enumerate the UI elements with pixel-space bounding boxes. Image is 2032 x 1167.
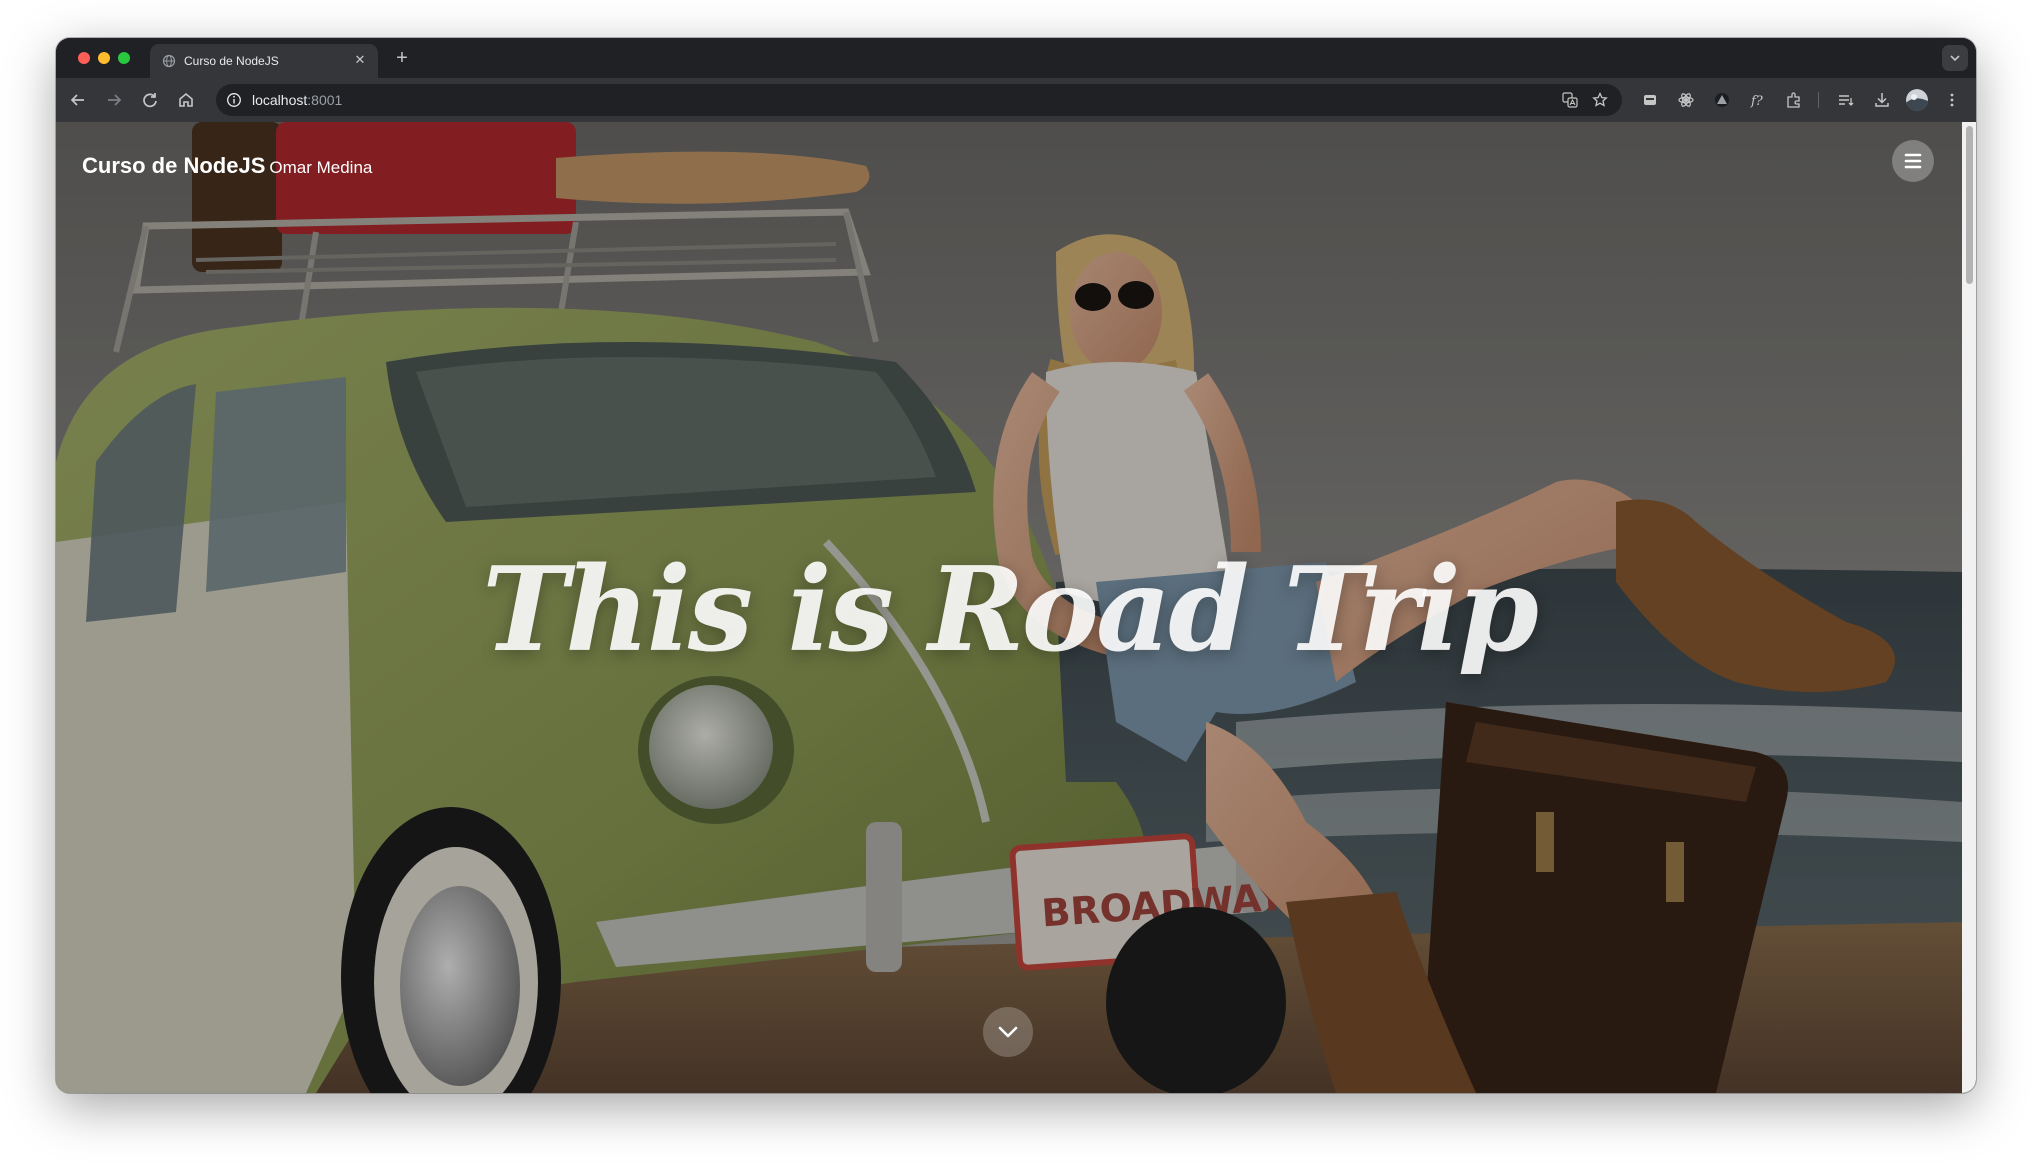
minimize-window-button[interactable]: [98, 52, 110, 64]
plus-icon[interactable]: +: [390, 46, 414, 70]
extension-icon[interactable]: [1676, 90, 1696, 110]
home-icon[interactable]: [174, 88, 198, 112]
browser-toolbar: localhost:8001 f?: [56, 78, 1976, 122]
brand-subtitle: Omar Medina: [269, 158, 373, 177]
back-arrow-icon[interactable]: [66, 88, 90, 112]
chevron-down-icon[interactable]: [1942, 45, 1968, 71]
tab-active[interactable]: Curso de NodeJS ✕: [150, 44, 378, 78]
translate-icon[interactable]: [1562, 92, 1578, 108]
reading-list-icon[interactable]: [1836, 90, 1856, 110]
tab-title: Curso de NodeJS: [184, 54, 279, 68]
scroll-down-button[interactable]: [983, 1007, 1033, 1057]
url-host: localhost: [252, 92, 308, 108]
extension-icon[interactable]: [1712, 90, 1732, 110]
address-bar[interactable]: localhost:8001: [216, 84, 1622, 116]
chevron-down-icon: [983, 1026, 1033, 1061]
more-vert-icon[interactable]: [1942, 90, 1962, 110]
svg-text:f?: f?: [1750, 94, 1764, 109]
url-port: :8001: [307, 92, 343, 108]
hamburger-menu-icon[interactable]: [1892, 140, 1934, 182]
site-brand[interactable]: Curso de NodeJS Omar Medina: [82, 153, 372, 179]
forward-arrow-icon[interactable]: [102, 88, 126, 112]
close-window-button[interactable]: [78, 52, 90, 64]
downloads-icon[interactable]: [1872, 90, 1892, 110]
avatar[interactable]: [1906, 89, 1928, 111]
url-text[interactable]: localhost:8001: [252, 92, 342, 108]
info-icon[interactable]: [226, 92, 242, 108]
hero-headline: This is Road Trip: [482, 542, 1539, 678]
scrollbar-thumb[interactable]: [1966, 126, 1973, 284]
browser-window: Curso de NodeJS ✕ + localhost:8001 f? BR…: [56, 38, 1976, 1093]
toolbar-divider: [1818, 92, 1819, 108]
globe-icon: [162, 54, 176, 68]
tab-strip: Curso de NodeJS ✕ +: [56, 38, 1976, 78]
close-icon[interactable]: ✕: [350, 50, 370, 70]
extension-icon[interactable]: [1784, 90, 1804, 110]
star-icon[interactable]: [1592, 91, 1608, 108]
extension-icon[interactable]: [1640, 90, 1660, 110]
page-viewport: BROADWAY Curso de NodeJS Omar Medina Thi…: [56, 122, 1976, 1093]
maximize-window-button[interactable]: [118, 52, 130, 64]
brand-title: Curso de NodeJS: [82, 153, 266, 178]
extension-icon[interactable]: f?: [1748, 90, 1768, 110]
reload-icon[interactable]: [138, 88, 162, 112]
